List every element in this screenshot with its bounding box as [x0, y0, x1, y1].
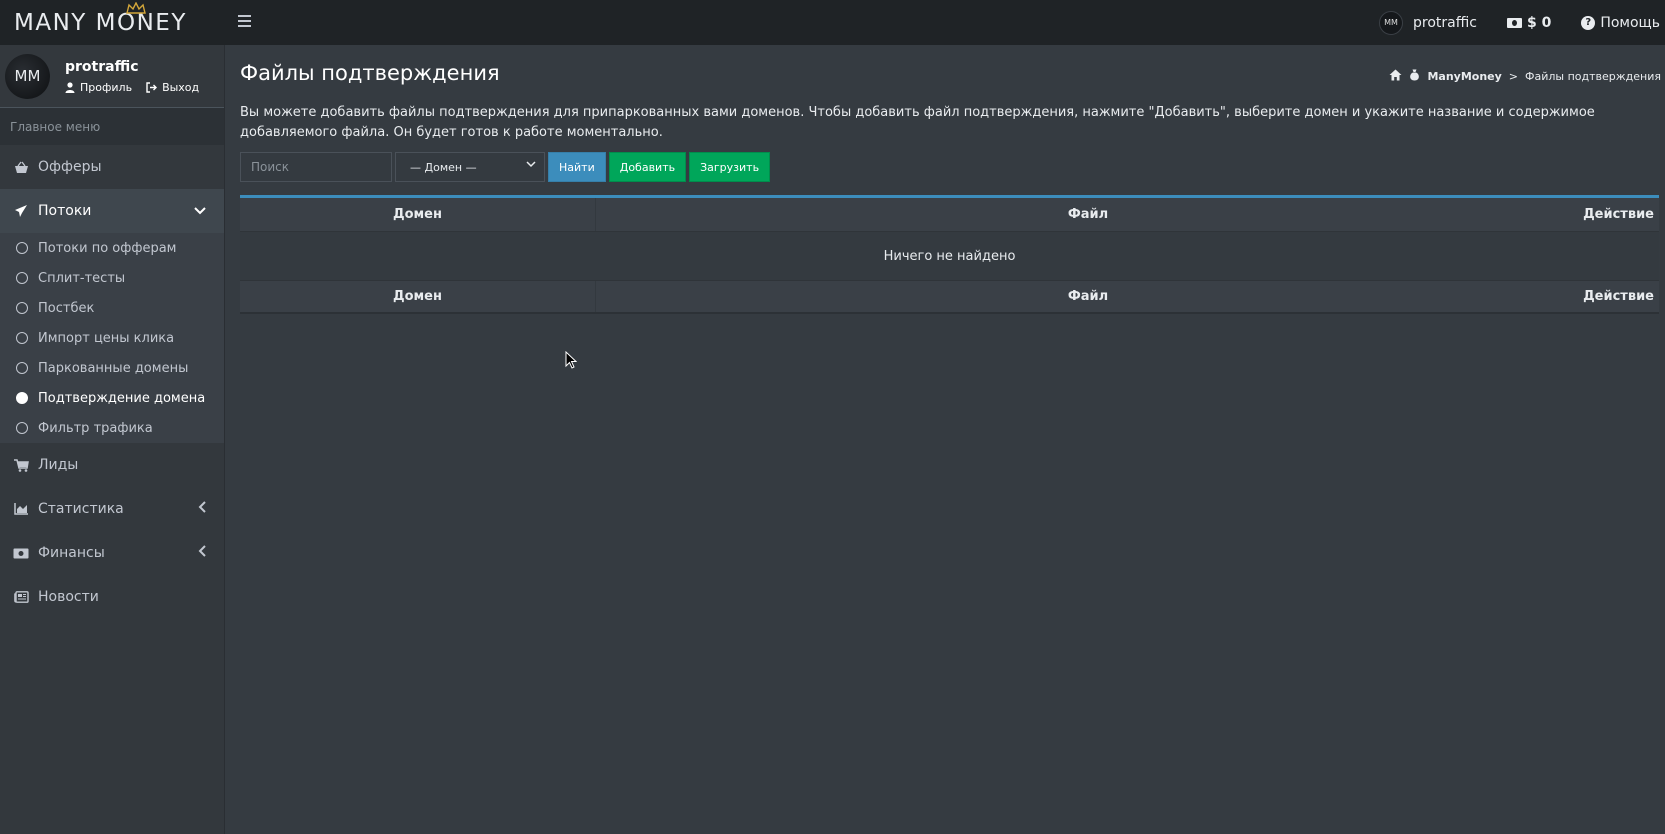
table-header: Домен Файл Действие	[240, 198, 1659, 231]
logout-link-label: Выход	[162, 80, 200, 94]
sidebar-subitem-label: Подтверждение домена	[38, 390, 206, 406]
sidebar-subitem-parked-domains[interactable]: Паркованные домены	[0, 353, 224, 383]
sidebar-subitem-label: Постбек	[38, 300, 95, 316]
user-panel: MM protraffic Профиль Выход	[0, 45, 224, 108]
breadcrumb-root[interactable]: ManyMoney	[1427, 70, 1501, 83]
chart-area-icon	[13, 503, 29, 515]
sidebar-item-offers[interactable]: Офферы	[0, 145, 224, 189]
menu-header: Главное меню	[0, 108, 224, 145]
sidebar-item-label: Статистика	[38, 501, 124, 517]
user-info: protraffic Профиль Выход	[65, 59, 199, 94]
column-header-domain[interactable]: Домен	[240, 207, 595, 222]
chevron-left-icon	[198, 545, 206, 561]
newspaper-icon	[13, 591, 29, 603]
sidebar-subitem-label: Потоки по офферам	[38, 240, 177, 256]
user-name: protraffic	[65, 58, 139, 75]
help-label: Помощь	[1600, 14, 1660, 31]
balance-value: $ 0	[1526, 14, 1552, 31]
chevron-down-icon	[194, 203, 206, 219]
circle-icon	[16, 332, 28, 344]
column-header-action: Действие	[1583, 207, 1654, 222]
mouse-cursor-icon	[565, 351, 577, 369]
column-footer-action: Действие	[1583, 289, 1654, 304]
circle-icon	[16, 272, 28, 284]
sidebar-subitem-domain-verification[interactable]: Подтверждение домена	[0, 383, 224, 413]
question-circle-icon: ?	[1581, 15, 1596, 30]
top-user-menu[interactable]: MM protraffic	[1379, 10, 1477, 35]
sidebar-item-label: Новости	[38, 589, 99, 605]
help-link[interactable]: ? Помощь	[1581, 15, 1660, 31]
sidebar-subitem-label: Фильтр трафика	[38, 420, 153, 436]
sidebar-subitem-click-price-import[interactable]: Импорт цены клика	[0, 323, 224, 353]
sidebar-subitem-offer-streams[interactable]: Потоки по офферам	[0, 233, 224, 263]
find-button[interactable]: Найти	[548, 152, 606, 182]
brand-logo[interactable]: MANY MONEY	[0, 0, 225, 45]
page-description: Вы можете добавить файлы подтверждения д…	[240, 105, 1595, 140]
crown-icon	[126, 2, 146, 14]
sidebar: MM protraffic Профиль Выход Главное меню…	[0, 45, 225, 834]
sidebar-item-leads[interactable]: Лиды	[0, 443, 224, 487]
table-footer: Домен Файл Действие	[240, 281, 1659, 314]
breadcrumb: ManyMoney > Файлы подтверждения	[1389, 69, 1661, 84]
sidebar-item-label: Финансы	[38, 545, 105, 561]
circle-icon	[16, 422, 28, 434]
sidebar-subitem-traffic-filter[interactable]: Фильтр трафика	[0, 413, 224, 443]
column-footer-file: Файл	[595, 281, 1580, 312]
sidebar-item-news[interactable]: Новости	[0, 575, 224, 619]
cart-icon	[13, 458, 29, 472]
sidebar-subitem-postback[interactable]: Постбек	[0, 293, 224, 323]
streams-submenu: Потоки по офферам Сплит-тесты Постбек Им…	[0, 233, 224, 443]
money-bill-icon	[13, 548, 29, 559]
upload-button[interactable]: Загрузить	[689, 152, 771, 182]
sidebar-item-label: Лиды	[38, 457, 79, 473]
sidebar-subitem-label: Импорт цены клика	[38, 330, 175, 346]
money-bill-icon	[1506, 17, 1522, 28]
sidebar-subitem-split-tests[interactable]: Сплит-тесты	[0, 263, 224, 293]
circle-icon	[16, 302, 28, 314]
chevron-left-icon	[198, 501, 206, 517]
hamburger-menu-icon[interactable]	[238, 11, 254, 31]
brand-logo-text: MANY MONEY	[14, 9, 187, 36]
column-footer-domain: Домен	[393, 289, 442, 304]
paper-plane-icon	[13, 204, 29, 218]
empty-table-message: Ничего не найдено	[240, 231, 1659, 281]
sidebar-item-label: Потоки	[38, 203, 92, 219]
sidebar-item-finances[interactable]: Финансы	[0, 531, 224, 575]
profile-link-label: Профиль	[80, 80, 133, 94]
sidebar-subitem-label: Паркованные домены	[38, 360, 189, 376]
money-bag-icon	[1409, 69, 1420, 84]
basket-icon	[13, 161, 29, 174]
chevron-down-icon	[526, 160, 536, 171]
circle-icon	[16, 242, 28, 254]
sidebar-item-streams[interactable]: Потоки	[0, 189, 224, 233]
sidebar-item-statistics[interactable]: Статистика	[0, 487, 224, 531]
search-input[interactable]	[240, 152, 392, 182]
circle-filled-icon	[16, 392, 28, 404]
avatar: MM	[1379, 10, 1403, 35]
breadcrumb-current: Файлы подтверждения	[1525, 70, 1661, 83]
top-navbar: MANY MONEY MM protraffic $ 0 ? Помощь	[0, 0, 1665, 45]
main-content: Файлы подтверждения ManyMoney > Файлы по…	[225, 45, 1665, 834]
verification-files-table: Домен Файл Действие Ничего не найдено До…	[240, 195, 1659, 314]
avatar: MM	[5, 53, 50, 99]
home-icon[interactable]	[1389, 69, 1402, 84]
domain-select-value: — Домен —	[410, 160, 477, 174]
page-title: Файлы подтверждения	[240, 61, 500, 85]
sidebar-subitem-label: Сплит-тесты	[38, 270, 126, 286]
domain-select[interactable]: — Домен —	[395, 152, 545, 182]
filter-toolbar: — Домен — Найти Добавить Загрузить	[240, 152, 771, 182]
add-button[interactable]: Добавить	[608, 152, 687, 182]
circle-icon	[16, 362, 28, 374]
sign-out-icon	[146, 81, 158, 93]
top-right-menu: MM protraffic $ 0 ? Помощь	[1379, 0, 1665, 45]
column-header-file[interactable]: Файл	[595, 198, 1580, 231]
top-username: protraffic	[1413, 14, 1477, 31]
profile-link[interactable]: Профиль	[65, 81, 132, 94]
user-icon	[65, 81, 75, 93]
user-links: Профиль Выход	[65, 81, 199, 94]
sidebar-item-label: Офферы	[38, 159, 102, 175]
balance-link[interactable]: $ 0	[1506, 14, 1552, 31]
logout-link[interactable]: Выход	[146, 81, 199, 94]
breadcrumb-separator: >	[1508, 70, 1519, 83]
